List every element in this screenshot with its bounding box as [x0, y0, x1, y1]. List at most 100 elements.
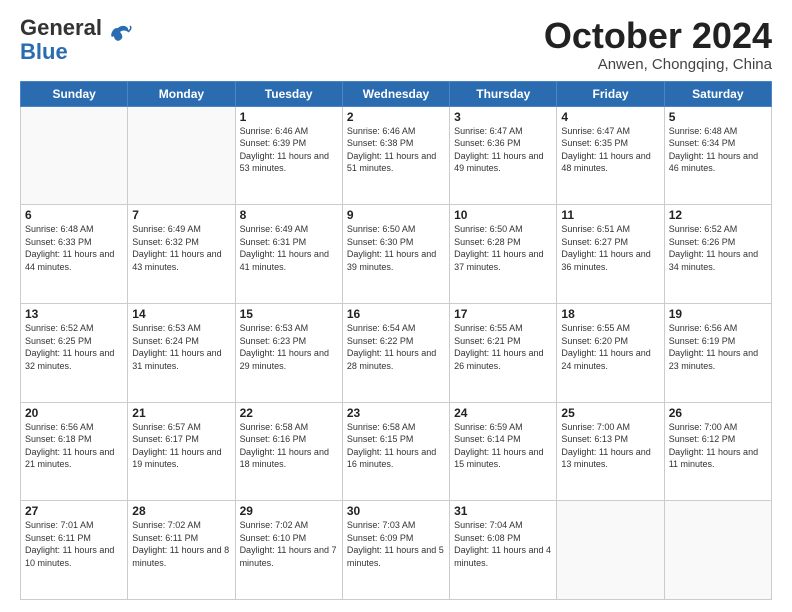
table-row: 26Sunrise: 7:00 AMSunset: 6:12 PMDayligh… — [664, 402, 771, 501]
bird-icon — [104, 22, 132, 50]
month-title: October 2024 — [544, 16, 772, 56]
cell-info: Sunrise: 6:49 AMSunset: 6:32 PMDaylight:… — [132, 223, 230, 273]
cell-info: Sunrise: 6:56 AMSunset: 6:19 PMDaylight:… — [669, 322, 767, 372]
day-number: 19 — [669, 307, 767, 321]
cell-info: Sunrise: 6:50 AMSunset: 6:28 PMDaylight:… — [454, 223, 552, 273]
day-number: 30 — [347, 504, 445, 518]
cell-info: Sunrise: 6:47 AMSunset: 6:36 PMDaylight:… — [454, 125, 552, 175]
table-row: 24Sunrise: 6:59 AMSunset: 6:14 PMDayligh… — [450, 402, 557, 501]
title-area: October 2024 Anwen, Chongqing, China — [544, 16, 772, 73]
cell-info: Sunrise: 6:56 AMSunset: 6:18 PMDaylight:… — [25, 421, 123, 471]
table-row: 8Sunrise: 6:49 AMSunset: 6:31 PMDaylight… — [235, 205, 342, 304]
col-saturday: Saturday — [664, 81, 771, 106]
calendar-week-row: 20Sunrise: 6:56 AMSunset: 6:18 PMDayligh… — [21, 402, 772, 501]
day-number: 3 — [454, 110, 552, 124]
cell-info: Sunrise: 7:00 AMSunset: 6:13 PMDaylight:… — [561, 421, 659, 471]
cell-info: Sunrise: 6:52 AMSunset: 6:26 PMDaylight:… — [669, 223, 767, 273]
day-number: 16 — [347, 307, 445, 321]
day-number: 28 — [132, 504, 230, 518]
table-row — [128, 106, 235, 205]
day-number: 11 — [561, 208, 659, 222]
cell-info: Sunrise: 6:59 AMSunset: 6:14 PMDaylight:… — [454, 421, 552, 471]
day-number: 23 — [347, 406, 445, 420]
cell-info: Sunrise: 7:00 AMSunset: 6:12 PMDaylight:… — [669, 421, 767, 471]
col-monday: Monday — [128, 81, 235, 106]
calendar-week-row: 13Sunrise: 6:52 AMSunset: 6:25 PMDayligh… — [21, 303, 772, 402]
table-row: 6Sunrise: 6:48 AMSunset: 6:33 PMDaylight… — [21, 205, 128, 304]
calendar-header-row: Sunday Monday Tuesday Wednesday Thursday… — [21, 81, 772, 106]
table-row: 21Sunrise: 6:57 AMSunset: 6:17 PMDayligh… — [128, 402, 235, 501]
cell-info: Sunrise: 6:55 AMSunset: 6:21 PMDaylight:… — [454, 322, 552, 372]
cell-info: Sunrise: 6:49 AMSunset: 6:31 PMDaylight:… — [240, 223, 338, 273]
calendar-week-row: 1Sunrise: 6:46 AMSunset: 6:39 PMDaylight… — [21, 106, 772, 205]
day-number: 26 — [669, 406, 767, 420]
header: General Blue October 2024 Anwen, Chongqi… — [20, 16, 772, 73]
day-number: 13 — [25, 307, 123, 321]
table-row: 13Sunrise: 6:52 AMSunset: 6:25 PMDayligh… — [21, 303, 128, 402]
table-row: 4Sunrise: 6:47 AMSunset: 6:35 PMDaylight… — [557, 106, 664, 205]
cell-info: Sunrise: 6:50 AMSunset: 6:30 PMDaylight:… — [347, 223, 445, 273]
cell-info: Sunrise: 6:58 AMSunset: 6:16 PMDaylight:… — [240, 421, 338, 471]
day-number: 2 — [347, 110, 445, 124]
day-number: 18 — [561, 307, 659, 321]
cell-info: Sunrise: 6:58 AMSunset: 6:15 PMDaylight:… — [347, 421, 445, 471]
table-row: 2Sunrise: 6:46 AMSunset: 6:38 PMDaylight… — [342, 106, 449, 205]
table-row: 10Sunrise: 6:50 AMSunset: 6:28 PMDayligh… — [450, 205, 557, 304]
col-wednesday: Wednesday — [342, 81, 449, 106]
table-row: 19Sunrise: 6:56 AMSunset: 6:19 PMDayligh… — [664, 303, 771, 402]
table-row: 14Sunrise: 6:53 AMSunset: 6:24 PMDayligh… — [128, 303, 235, 402]
table-row: 11Sunrise: 6:51 AMSunset: 6:27 PMDayligh… — [557, 205, 664, 304]
cell-info: Sunrise: 6:48 AMSunset: 6:34 PMDaylight:… — [669, 125, 767, 175]
day-number: 4 — [561, 110, 659, 124]
logo-general: General — [20, 15, 102, 40]
location: Anwen, Chongqing, China — [544, 56, 772, 73]
table-row: 9Sunrise: 6:50 AMSunset: 6:30 PMDaylight… — [342, 205, 449, 304]
table-row: 7Sunrise: 6:49 AMSunset: 6:32 PMDaylight… — [128, 205, 235, 304]
cell-info: Sunrise: 7:04 AMSunset: 6:08 PMDaylight:… — [454, 519, 552, 569]
table-row: 18Sunrise: 6:55 AMSunset: 6:20 PMDayligh… — [557, 303, 664, 402]
table-row: 31Sunrise: 7:04 AMSunset: 6:08 PMDayligh… — [450, 501, 557, 600]
calendar-table: Sunday Monday Tuesday Wednesday Thursday… — [20, 81, 772, 600]
table-row: 12Sunrise: 6:52 AMSunset: 6:26 PMDayligh… — [664, 205, 771, 304]
table-row: 20Sunrise: 6:56 AMSunset: 6:18 PMDayligh… — [21, 402, 128, 501]
logo-text: General Blue — [20, 16, 102, 64]
day-number: 8 — [240, 208, 338, 222]
col-sunday: Sunday — [21, 81, 128, 106]
cell-info: Sunrise: 7:03 AMSunset: 6:09 PMDaylight:… — [347, 519, 445, 569]
cell-info: Sunrise: 6:57 AMSunset: 6:17 PMDaylight:… — [132, 421, 230, 471]
cell-info: Sunrise: 6:51 AMSunset: 6:27 PMDaylight:… — [561, 223, 659, 273]
cell-info: Sunrise: 6:55 AMSunset: 6:20 PMDaylight:… — [561, 322, 659, 372]
day-number: 1 — [240, 110, 338, 124]
cell-info: Sunrise: 6:46 AMSunset: 6:38 PMDaylight:… — [347, 125, 445, 175]
table-row: 28Sunrise: 7:02 AMSunset: 6:11 PMDayligh… — [128, 501, 235, 600]
day-number: 25 — [561, 406, 659, 420]
day-number: 29 — [240, 504, 338, 518]
table-row — [557, 501, 664, 600]
day-number: 20 — [25, 406, 123, 420]
table-row: 25Sunrise: 7:00 AMSunset: 6:13 PMDayligh… — [557, 402, 664, 501]
table-row: 1Sunrise: 6:46 AMSunset: 6:39 PMDaylight… — [235, 106, 342, 205]
col-thursday: Thursday — [450, 81, 557, 106]
day-number: 24 — [454, 406, 552, 420]
day-number: 15 — [240, 307, 338, 321]
calendar-week-row: 6Sunrise: 6:48 AMSunset: 6:33 PMDaylight… — [21, 205, 772, 304]
day-number: 6 — [25, 208, 123, 222]
table-row: 27Sunrise: 7:01 AMSunset: 6:11 PMDayligh… — [21, 501, 128, 600]
logo-blue: Blue — [20, 39, 68, 64]
table-row: 29Sunrise: 7:02 AMSunset: 6:10 PMDayligh… — [235, 501, 342, 600]
table-row: 30Sunrise: 7:03 AMSunset: 6:09 PMDayligh… — [342, 501, 449, 600]
day-number: 9 — [347, 208, 445, 222]
day-number: 27 — [25, 504, 123, 518]
table-row: 15Sunrise: 6:53 AMSunset: 6:23 PMDayligh… — [235, 303, 342, 402]
day-number: 14 — [132, 307, 230, 321]
table-row — [664, 501, 771, 600]
day-number: 12 — [669, 208, 767, 222]
day-number: 22 — [240, 406, 338, 420]
cell-info: Sunrise: 6:47 AMSunset: 6:35 PMDaylight:… — [561, 125, 659, 175]
col-friday: Friday — [557, 81, 664, 106]
cell-info: Sunrise: 6:53 AMSunset: 6:23 PMDaylight:… — [240, 322, 338, 372]
day-number: 21 — [132, 406, 230, 420]
cell-info: Sunrise: 6:53 AMSunset: 6:24 PMDaylight:… — [132, 322, 230, 372]
day-number: 7 — [132, 208, 230, 222]
cell-info: Sunrise: 6:54 AMSunset: 6:22 PMDaylight:… — [347, 322, 445, 372]
